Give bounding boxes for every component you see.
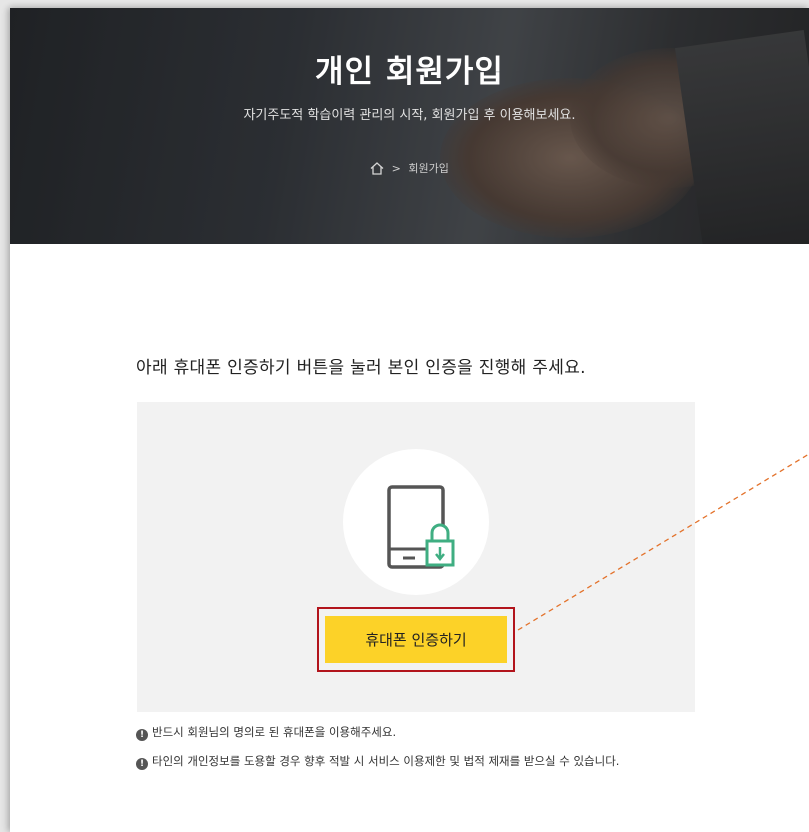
annotation-dashed-line [517,453,809,631]
page-frame: 개인 회원가입 자기주도적 학습이력 관리의 시작, 회원가입 후 이용해보세요… [10,8,809,832]
